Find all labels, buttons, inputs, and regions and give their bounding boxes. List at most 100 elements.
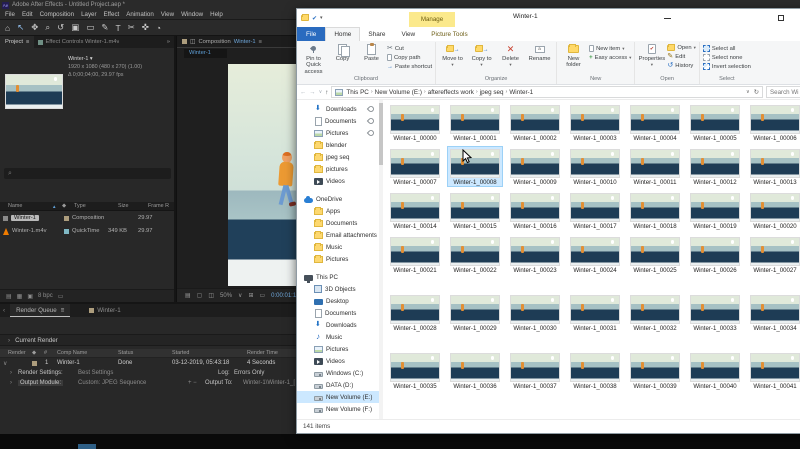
column-size[interactable]: Size	[118, 203, 148, 209]
nav-item[interactable]: Videos	[297, 175, 383, 187]
breadcrumb-item[interactable]: jpeg seq ›	[480, 89, 508, 96]
tab-home[interactable]: Home	[325, 27, 361, 41]
tab-render-queue[interactable]: Render Queue ≡	[10, 304, 71, 317]
zoom-level[interactable]: 50%	[220, 293, 232, 299]
file-item[interactable]: Winter-1_00011	[627, 146, 683, 187]
label-color-swatch[interactable]	[64, 228, 69, 234]
forward-button[interactable]: →	[309, 89, 315, 96]
file-item[interactable]: Winter-1_00024	[567, 234, 623, 275]
file-item[interactable]: Winter-1_00031	[567, 292, 623, 333]
nav-item[interactable]: Documents	[297, 115, 383, 127]
properties-button[interactable]: Properties	[638, 42, 665, 76]
search-input[interactable]	[770, 88, 800, 96]
tab-overflow-icon[interactable]: »	[167, 39, 174, 45]
project-row-footage[interactable]: Winter-1.m4v QuickTime 349 KB 29.97	[0, 225, 174, 237]
file-item[interactable]: Winter-1_00009	[507, 146, 563, 187]
edit-button[interactable]: Edit	[667, 53, 695, 60]
file-item[interactable]: Winter-1_00000	[387, 102, 443, 143]
breadcrumb-item[interactable]: aftereffects work ›	[428, 89, 478, 96]
nav-item[interactable]: Downloads	[297, 103, 383, 115]
menu-item[interactable]: Composition	[40, 11, 74, 18]
comp-tab-name[interactable]: Winter-1	[234, 39, 256, 45]
file-item[interactable]: Winter-1_00028	[387, 292, 443, 333]
paste-shortcut-button[interactable]: Paste shortcut	[387, 63, 432, 70]
qat-properties-icon[interactable]: ✔	[312, 15, 317, 22]
address-dropdown-icon[interactable]: ∨	[746, 89, 750, 96]
item-name[interactable]: Winter-1 ▾	[68, 55, 142, 63]
tool-icon[interactable]: T	[115, 23, 120, 33]
file-item[interactable]: Winter-1_00002	[507, 102, 563, 143]
file-item[interactable]: Winter-1_00015	[447, 190, 503, 231]
easy-access-button[interactable]: Easy access	[589, 54, 631, 61]
file-item[interactable]: Winter-1_00004	[627, 102, 683, 143]
log-value[interactable]: Errors Only	[234, 370, 264, 376]
minimize-button[interactable]	[649, 9, 685, 27]
tool-icon[interactable]: ↺	[57, 22, 64, 33]
file-item[interactable]: Winter-1_00022	[447, 234, 503, 275]
file-item[interactable]: Winter-1_00017	[567, 190, 623, 231]
open-button[interactable]: Open	[667, 44, 695, 51]
file-item[interactable]: Winter-1_00036	[447, 350, 503, 391]
refresh-icon[interactable]: ↻	[754, 89, 759, 96]
file-item[interactable]: Winter-1_00037	[507, 350, 563, 391]
tool-icon[interactable]: ◔	[156, 23, 161, 33]
file-item[interactable]: Winter-1_00040	[687, 350, 743, 391]
tool-icon[interactable]: ▭	[86, 22, 94, 33]
nav-item[interactable]: Email attachments	[297, 229, 383, 241]
file-item[interactable]: Winter-1_00026	[687, 234, 743, 275]
breadcrumb-item[interactable]: Winter-1›	[509, 89, 533, 96]
file-item[interactable]: Winter-1_00030	[507, 292, 563, 333]
file-item[interactable]: Winter-1_00005	[687, 102, 743, 143]
always-preview-icon[interactable]: ▤	[185, 292, 191, 299]
tab-timeline-winter1[interactable]: Winter-1	[89, 307, 121, 314]
render-settings-value[interactable]: Best Settings	[78, 370, 113, 376]
file-item[interactable]: Winter-1_00019	[687, 190, 743, 231]
chevron-down-icon[interactable]: ∨	[238, 292, 242, 299]
project-table-header[interactable]: Name ▲ ◆ Type Size Frame R	[0, 202, 174, 211]
tool-icon[interactable]: ✂	[128, 22, 135, 33]
select-all-button[interactable]: Select all	[702, 45, 751, 52]
output-to-value[interactable]: Winter-1\Winter-1_[	[243, 380, 295, 386]
move-to-button[interactable]: Move to	[439, 42, 466, 76]
file-item[interactable]: Winter-1_00008	[447, 146, 503, 187]
tab-picture-tools[interactable]: Picture Tools	[423, 27, 475, 41]
address-bar[interactable]: This PC › New Volume (E:) › aftereffects wor…	[331, 86, 763, 98]
breadcrumb-item[interactable]: This PC ›	[346, 89, 372, 96]
menu-item[interactable]: File	[5, 11, 15, 18]
breadcrumb-separator-icon[interactable]: ›	[424, 89, 426, 95]
render-settings-label[interactable]: Render Settings:	[18, 370, 63, 376]
nav-item[interactable]: DATA (D:)	[297, 379, 383, 391]
back-button[interactable]: ←	[300, 89, 306, 96]
column-name[interactable]: Name	[0, 203, 52, 209]
nav-item[interactable]: Apps	[297, 205, 383, 217]
tool-icon[interactable]: ▣	[71, 22, 79, 33]
tool-icon[interactable]: ✜	[142, 22, 149, 33]
maximize-button[interactable]	[763, 9, 799, 27]
new-folder-button[interactable]: New folder	[560, 42, 587, 76]
interpret-footage-icon[interactable]: ▤	[6, 293, 12, 300]
nav-item[interactable]: OneDrive	[297, 193, 383, 205]
tool-icon[interactable]: ⌂	[5, 23, 10, 33]
tab-composition[interactable]: Composition	[198, 39, 230, 45]
nav-item[interactable]: New Volume (F:)	[297, 403, 383, 415]
current-timecode[interactable]: 0:00:01:1	[271, 293, 296, 299]
nav-item[interactable]: This PC	[297, 271, 383, 283]
nav-item[interactable]: Desktop	[297, 295, 383, 307]
file-item[interactable]: Winter-1_00003	[567, 102, 623, 143]
pin-to-quick-access-button[interactable]: Pin to Quick access	[300, 42, 327, 76]
panel-menu-icon[interactable]: ≡	[61, 307, 65, 314]
file-item[interactable]: Winter-1_00039	[627, 350, 683, 391]
column-tag-icon[interactable]: ◆	[62, 203, 74, 209]
file-item[interactable]: Winter-1_00014	[387, 190, 443, 231]
file-item[interactable]: Winter-1_00020	[747, 190, 800, 231]
file-item[interactable]: Winter-1_00021	[387, 234, 443, 275]
comp-color-swatch[interactable]	[32, 361, 37, 366]
nav-item[interactable]: Documents	[297, 307, 383, 319]
file-item[interactable]: Winter-1_00016	[507, 190, 563, 231]
nav-item[interactable]: pictures	[297, 163, 383, 175]
nav-item[interactable]: Videos	[297, 355, 383, 367]
file-item[interactable]: Winter-1_00006	[747, 102, 800, 143]
file-item[interactable]: Winter-1_00013	[747, 146, 800, 187]
collapse-chevron-icon[interactable]: ∨	[3, 360, 7, 367]
breadcrumb-item[interactable]: New Volume (E:) ›	[375, 89, 426, 96]
